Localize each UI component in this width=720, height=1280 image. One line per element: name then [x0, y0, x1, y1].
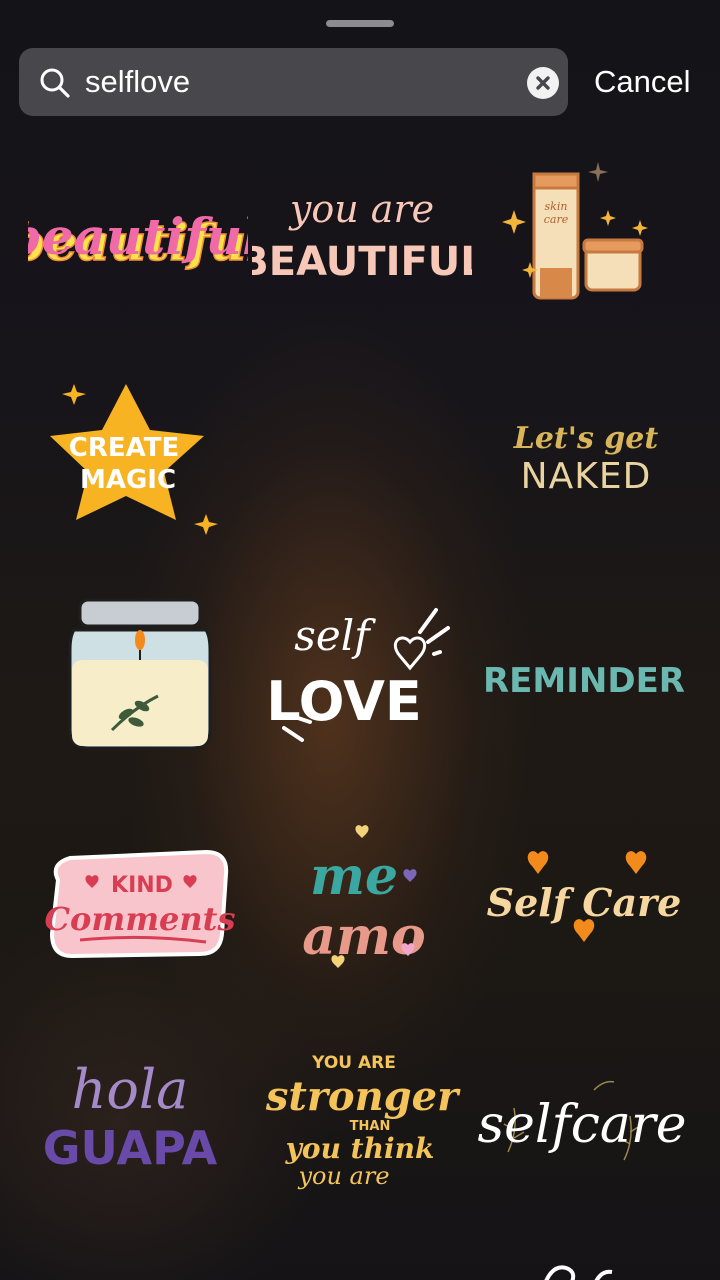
- sticker-candle-jar[interactable]: [30, 580, 250, 780]
- sticker-self-love[interactable]: self LOVE: [252, 580, 472, 780]
- sticker-guapa-line: GUAPA: [43, 1121, 218, 1175]
- sticker-me-line: me: [310, 846, 398, 907]
- search-icon: [40, 68, 70, 98]
- sticker-self-care[interactable]: Self Care: [474, 804, 694, 1004]
- sheet-drag-handle[interactable]: [326, 20, 394, 27]
- sticker-self-line: self: [294, 611, 376, 660]
- sticker-lets-get-line: Let's get: [513, 421, 659, 456]
- sticker-kind-comments[interactable]: KIND Comments: [30, 804, 250, 1004]
- sticker-reminder[interactable]: REMINDER: [474, 580, 694, 780]
- search-input[interactable]: [85, 58, 515, 106]
- sticker-selfcare-text: selfcare: [477, 1095, 686, 1155]
- sticker-love-line: LOVE: [266, 670, 422, 733]
- sticker-grid: beautiful beautiful you are BEAUTIFUL sk…: [0, 140, 720, 1280]
- sticker-you-are-stronger[interactable]: YOU ARE stronger THAN you think you are: [252, 1020, 472, 1220]
- sticker-stronger-line: stronger: [265, 1073, 461, 1120]
- sticker-care-line: care: [544, 213, 569, 226]
- sticker-create-line: CREATE: [69, 433, 179, 463]
- search-bar: [19, 48, 568, 116]
- sticker-skin-line: skin: [545, 200, 568, 213]
- sticker-naked-line: NAKED: [521, 456, 652, 497]
- sticker-hola-guapa[interactable]: hola GUAPA: [22, 1020, 242, 1220]
- sticker-amo-line: amo: [302, 906, 425, 967]
- sticker-beautiful-line: BEAUTIFUL: [252, 239, 472, 285]
- sticker-beautiful[interactable]: beautiful beautiful: [28, 140, 248, 340]
- sticker-selfcare-script[interactable]: selfcare: [474, 1020, 694, 1220]
- sticker-you-are-beautiful[interactable]: you are BEAUTIFUL: [252, 140, 472, 340]
- close-icon: [536, 76, 550, 90]
- sticker-create-magic[interactable]: CREATE MAGIC: [28, 370, 248, 570]
- sticker-kind-line: KIND: [111, 873, 173, 898]
- sticker-me-amo[interactable]: me amo: [254, 804, 474, 1004]
- sticker-magic-line: MAGIC: [80, 465, 176, 495]
- sticker-lets-get-naked[interactable]: Let's get NAKED: [476, 370, 696, 570]
- sticker-hola-line: hola: [72, 1058, 189, 1121]
- sticker-you-are-script-line: you are: [297, 1162, 389, 1190]
- sticker-comments-line: Comments: [45, 900, 236, 938]
- sticker-reminder-text: REMINDER: [483, 661, 685, 701]
- sticker-beautiful-text: beautiful: [28, 207, 248, 266]
- sticker-you-are-line: you are: [288, 187, 434, 231]
- sticker-you-think-line: you think: [285, 1132, 435, 1165]
- sticker-partial-bottom[interactable]: [474, 1246, 694, 1280]
- sticker-skin-care[interactable]: skin care: [478, 140, 698, 340]
- sticker-self-care-text: Self Care: [487, 880, 682, 925]
- clear-search-button[interactable]: [527, 67, 559, 99]
- cancel-button[interactable]: Cancel: [594, 62, 691, 102]
- sticker-you-are-caps-line: YOU ARE: [311, 1053, 396, 1073]
